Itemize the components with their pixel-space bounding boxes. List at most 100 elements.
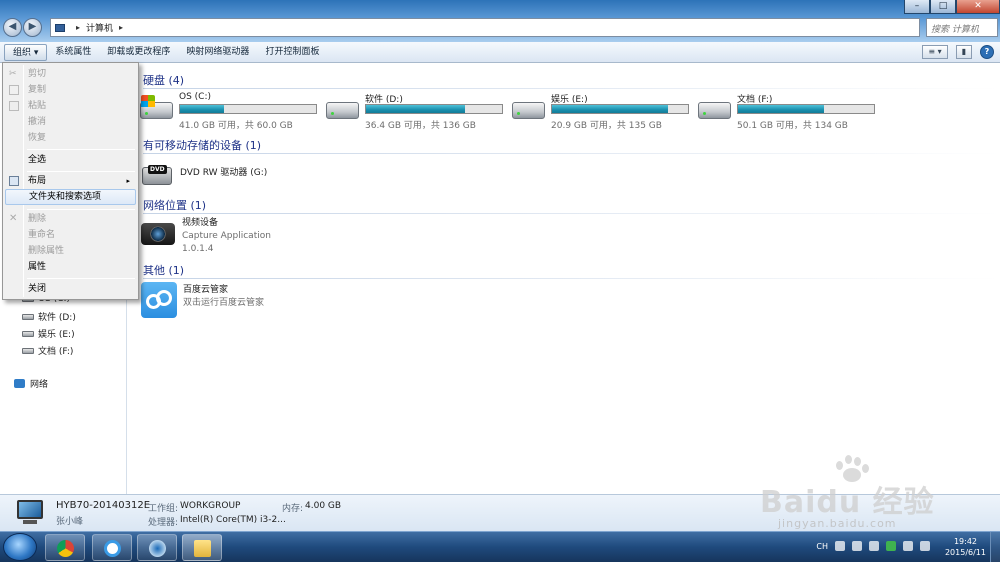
system-properties-button[interactable]: 系统属性 bbox=[47, 44, 99, 61]
forward-button[interactable]: ▶ bbox=[23, 18, 42, 37]
drive-item[interactable]: 娱乐 (E:) 20.9 GB 可用，共 135 GB bbox=[512, 92, 692, 132]
layout-icon bbox=[9, 176, 19, 186]
drive-item[interactable]: 软件 (D:) 36.4 GB 可用，共 136 GB bbox=[326, 92, 506, 132]
drive-usage-fill bbox=[366, 105, 466, 113]
maximize-button[interactable]: □ bbox=[930, 0, 956, 14]
drive-free-space: 50.1 GB 可用，共 134 GB bbox=[737, 121, 848, 131]
map-network-drive-button[interactable]: 映射网络驱动器 bbox=[178, 44, 257, 61]
start-button[interactable] bbox=[3, 533, 37, 561]
taskbar-camera[interactable] bbox=[137, 534, 177, 561]
organize-button[interactable]: 组织 ▾ bbox=[4, 43, 48, 61]
nav-item-software-d[interactable]: 软件 (D:) bbox=[22, 310, 76, 323]
nav-item-entertainment-e[interactable]: 娱乐 (E:) bbox=[22, 327, 75, 340]
menu-item-remove-properties[interactable]: 删除属性 bbox=[5, 243, 136, 259]
group-header-other[interactable]: 其他 (1) bbox=[143, 262, 184, 278]
drive-free-space: 36.4 GB 可用，共 136 GB bbox=[365, 121, 476, 131]
menu-item-paste[interactable]: 粘贴 bbox=[5, 98, 136, 114]
menu-item-undo[interactable]: 撤消 bbox=[5, 114, 136, 130]
window-controls: – □ ✕ bbox=[904, 0, 1000, 14]
drive-name: OS (C:) bbox=[179, 92, 211, 102]
folder-icon bbox=[194, 540, 211, 557]
back-button[interactable]: ◀ bbox=[3, 18, 22, 37]
nav-item-network[interactable]: 网络 bbox=[14, 377, 48, 390]
drive-icon bbox=[22, 330, 34, 337]
drive-icon bbox=[22, 313, 34, 320]
drive-free-space: 20.9 GB 可用，共 135 GB bbox=[551, 121, 662, 131]
baidu-cloud-item[interactable]: 百度云管家 双击运行百度云管家 bbox=[141, 282, 264, 318]
breadcrumb-separator-icon[interactable]: ▸ bbox=[76, 23, 80, 32]
video-device-name: 视频设备 bbox=[182, 218, 219, 228]
search-input[interactable]: 搜索 计算机 bbox=[926, 18, 998, 37]
keyboard-icon[interactable] bbox=[835, 541, 845, 551]
video-device-app: Capture Application bbox=[182, 231, 271, 241]
menu-item-close[interactable]: 关闭 bbox=[5, 281, 136, 297]
group-header-network-location[interactable]: 网络位置 (1) bbox=[143, 197, 206, 213]
drive-icon bbox=[22, 347, 34, 354]
menu-item-select-all[interactable]: 全选 bbox=[5, 152, 136, 168]
workgroup-label: 工作组: bbox=[148, 504, 179, 514]
hard-disk-icon bbox=[326, 102, 359, 119]
baidu-cloud-icon bbox=[141, 282, 177, 318]
menu-item-rename[interactable]: 重命名 bbox=[5, 227, 136, 243]
menu-separator bbox=[27, 278, 135, 279]
clock[interactable]: 19:42 2015/6/11 bbox=[945, 536, 986, 558]
address-bar[interactable]: ▸ 计算机 ▸ bbox=[50, 18, 920, 37]
title-bar: – □ ✕ ◀ ▶ ▸ 计算机 ▸ 搜索 计算机 bbox=[0, 0, 1000, 42]
menu-item-cut[interactable]: ✂ 剪切 bbox=[5, 66, 136, 82]
camera-icon bbox=[140, 217, 176, 247]
settings-tray-icon[interactable] bbox=[869, 541, 879, 551]
group-divider bbox=[143, 213, 1000, 214]
uninstall-program-button[interactable]: 卸载或更改程序 bbox=[99, 44, 178, 61]
dvd-drive-item[interactable]: DVD DVD RW 驱动器 (G:) bbox=[140, 157, 267, 189]
video-device-item[interactable]: 视频设备 Capture Application 1.0.1.4 bbox=[140, 217, 271, 256]
drive-item[interactable]: OS (C:) 41.0 GB 可用，共 60.0 GB bbox=[140, 92, 320, 132]
help-tray-icon[interactable] bbox=[852, 541, 862, 551]
menu-item-folder-options[interactable]: 文件夹和搜索选项 bbox=[5, 189, 136, 205]
menu-item-delete[interactable]: ✕ 删除 bbox=[5, 211, 136, 227]
minimize-button[interactable]: – bbox=[904, 0, 930, 14]
menu-separator bbox=[27, 209, 135, 210]
baidu-cloud-desc: 双击运行百度云管家 bbox=[183, 298, 265, 308]
breadcrumb-separator-icon[interactable]: ▸ bbox=[119, 23, 123, 32]
hard-disk-icon bbox=[698, 102, 731, 119]
open-control-panel-button[interactable]: 打开控制面板 bbox=[257, 44, 327, 61]
computer-name: HYB70-20140312E bbox=[56, 500, 151, 511]
back-arrow-icon: ◀ bbox=[8, 21, 17, 32]
taskbar-chrome[interactable] bbox=[45, 534, 85, 561]
menu-item-layout[interactable]: 布局 ▸ bbox=[5, 173, 136, 189]
security-tray-icon[interactable] bbox=[886, 541, 896, 551]
drive-usage-bar bbox=[365, 104, 503, 114]
preview-pane-icon[interactable]: ▮ bbox=[956, 45, 972, 59]
workgroup-value: WORKGROUP bbox=[180, 501, 241, 511]
memory-value: 4.00 GB bbox=[305, 501, 342, 511]
drive-item[interactable]: 文档 (F:) 50.1 GB 可用，共 134 GB bbox=[698, 92, 878, 132]
baidu-cloud-icon bbox=[104, 540, 121, 557]
drive-usage-bar bbox=[179, 104, 317, 114]
taskbar: CH 19:42 2015/6/11 bbox=[0, 531, 1000, 562]
scissors-icon: ✂ bbox=[9, 69, 17, 79]
nav-item-documents-f[interactable]: 文档 (F:) bbox=[22, 344, 73, 357]
group-divider bbox=[143, 278, 1000, 279]
dvd-drive-label: DVD RW 驱动器 (G:) bbox=[180, 168, 268, 178]
memory-label: 内存: bbox=[282, 504, 304, 514]
menu-item-properties[interactable]: 属性 bbox=[5, 259, 136, 275]
volume-tray-icon[interactable] bbox=[920, 541, 930, 551]
taskbar-explorer[interactable] bbox=[182, 534, 222, 561]
menu-item-copy[interactable]: 复制 bbox=[5, 82, 136, 98]
taskbar-baidu-cloud[interactable] bbox=[92, 534, 132, 561]
close-button[interactable]: ✕ bbox=[956, 0, 1000, 14]
group-header-removable[interactable]: 有可移动存储的设备 (1) bbox=[143, 137, 261, 153]
help-icon[interactable]: ? bbox=[980, 45, 994, 59]
menu-item-redo[interactable]: 恢复 bbox=[5, 130, 136, 146]
show-desktop-button[interactable] bbox=[990, 532, 1000, 562]
organize-menu: ✂ 剪切 复制 粘贴 撤消 恢复 全选 布局 ▸ 文件夹和搜索选项 ✕ 删除 重… bbox=[2, 62, 139, 300]
user-name: 张小峰 bbox=[56, 517, 84, 527]
language-indicator[interactable]: CH bbox=[816, 542, 828, 551]
cpu-label: 处理器: bbox=[148, 518, 179, 528]
network-icon bbox=[14, 379, 25, 388]
network-tray-icon[interactable] bbox=[903, 541, 913, 551]
group-header-hard-disks[interactable]: 硬盘 (4) bbox=[143, 72, 184, 88]
breadcrumb-computer[interactable]: 计算机 bbox=[86, 21, 113, 34]
change-view-icon[interactable]: ≡ ▾ bbox=[922, 45, 948, 59]
clock-date: 2015/6/11 bbox=[944, 548, 986, 557]
